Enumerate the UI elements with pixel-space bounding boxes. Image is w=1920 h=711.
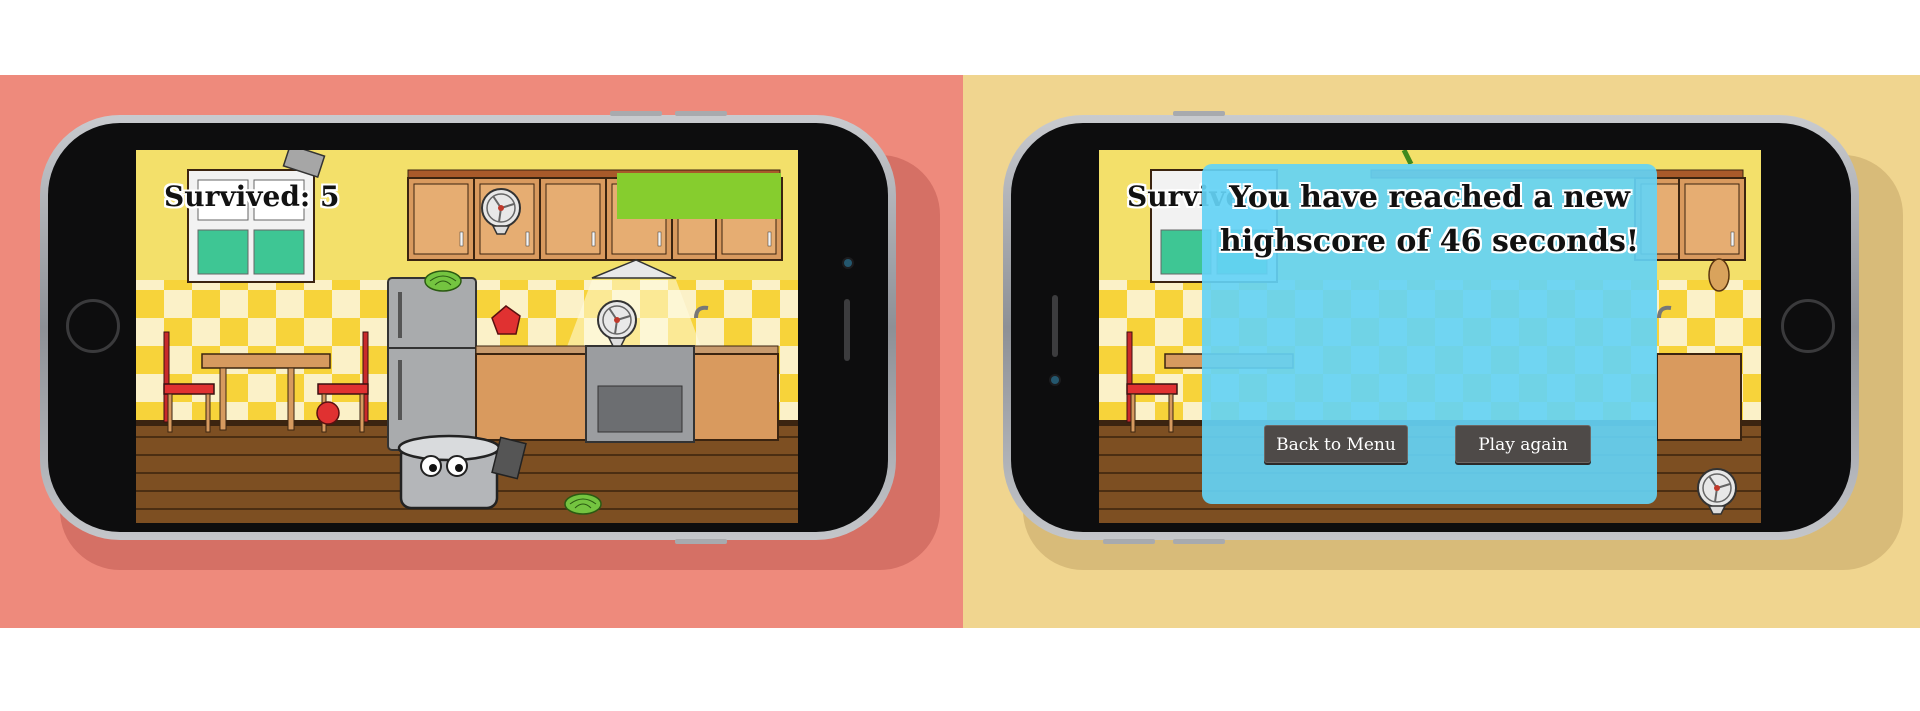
survival-progress-fill xyxy=(617,173,781,219)
front-camera-icon xyxy=(844,259,852,267)
potato-icon xyxy=(1708,258,1730,292)
highscore-message-line2: highscore of 46 seconds! xyxy=(1219,224,1640,259)
phone-bezel: Survive You have reached a new highscore… xyxy=(1011,123,1851,532)
home-button-icon xyxy=(66,299,120,353)
speaker-grille-icon xyxy=(1052,295,1058,357)
home-button-icon xyxy=(1781,299,1835,353)
highscore-message-line1: You have reached a new xyxy=(1229,180,1630,215)
volume-button xyxy=(1173,539,1225,544)
left-showcase-panel: Survived: 5 xyxy=(0,75,963,628)
phone-bezel: Survived: 5 xyxy=(48,123,888,532)
volume-button xyxy=(1103,539,1155,544)
front-camera-icon xyxy=(1051,376,1059,384)
highscore-message: You have reached a new highscore of 46 s… xyxy=(1202,176,1657,264)
game-screen-right[interactable]: Survive You have reached a new highscore… xyxy=(1099,150,1761,523)
volume-button xyxy=(610,111,662,116)
phone-frame-right: Survive You have reached a new highscore… xyxy=(1003,111,1859,544)
lock-button xyxy=(675,539,727,544)
back-to-menu-button[interactable]: Back to Menu xyxy=(1264,425,1408,463)
volume-button xyxy=(675,111,727,116)
lettuce-icon xyxy=(424,270,462,292)
game-screen-left[interactable]: Survived: 5 xyxy=(136,150,798,523)
highscore-dialog: You have reached a new highscore of 46 s… xyxy=(1202,164,1657,504)
tomato-icon xyxy=(316,401,340,425)
speaker-grille-icon xyxy=(844,299,850,361)
survival-progress-bar xyxy=(617,173,781,219)
phone-frame-left: Survived: 5 xyxy=(40,111,896,544)
play-again-button[interactable]: Play again xyxy=(1455,425,1591,463)
survived-counter: Survived: 5 xyxy=(164,180,340,213)
lock-button xyxy=(1173,111,1225,116)
right-showcase-panel: Survive You have reached a new highscore… xyxy=(963,75,1920,628)
